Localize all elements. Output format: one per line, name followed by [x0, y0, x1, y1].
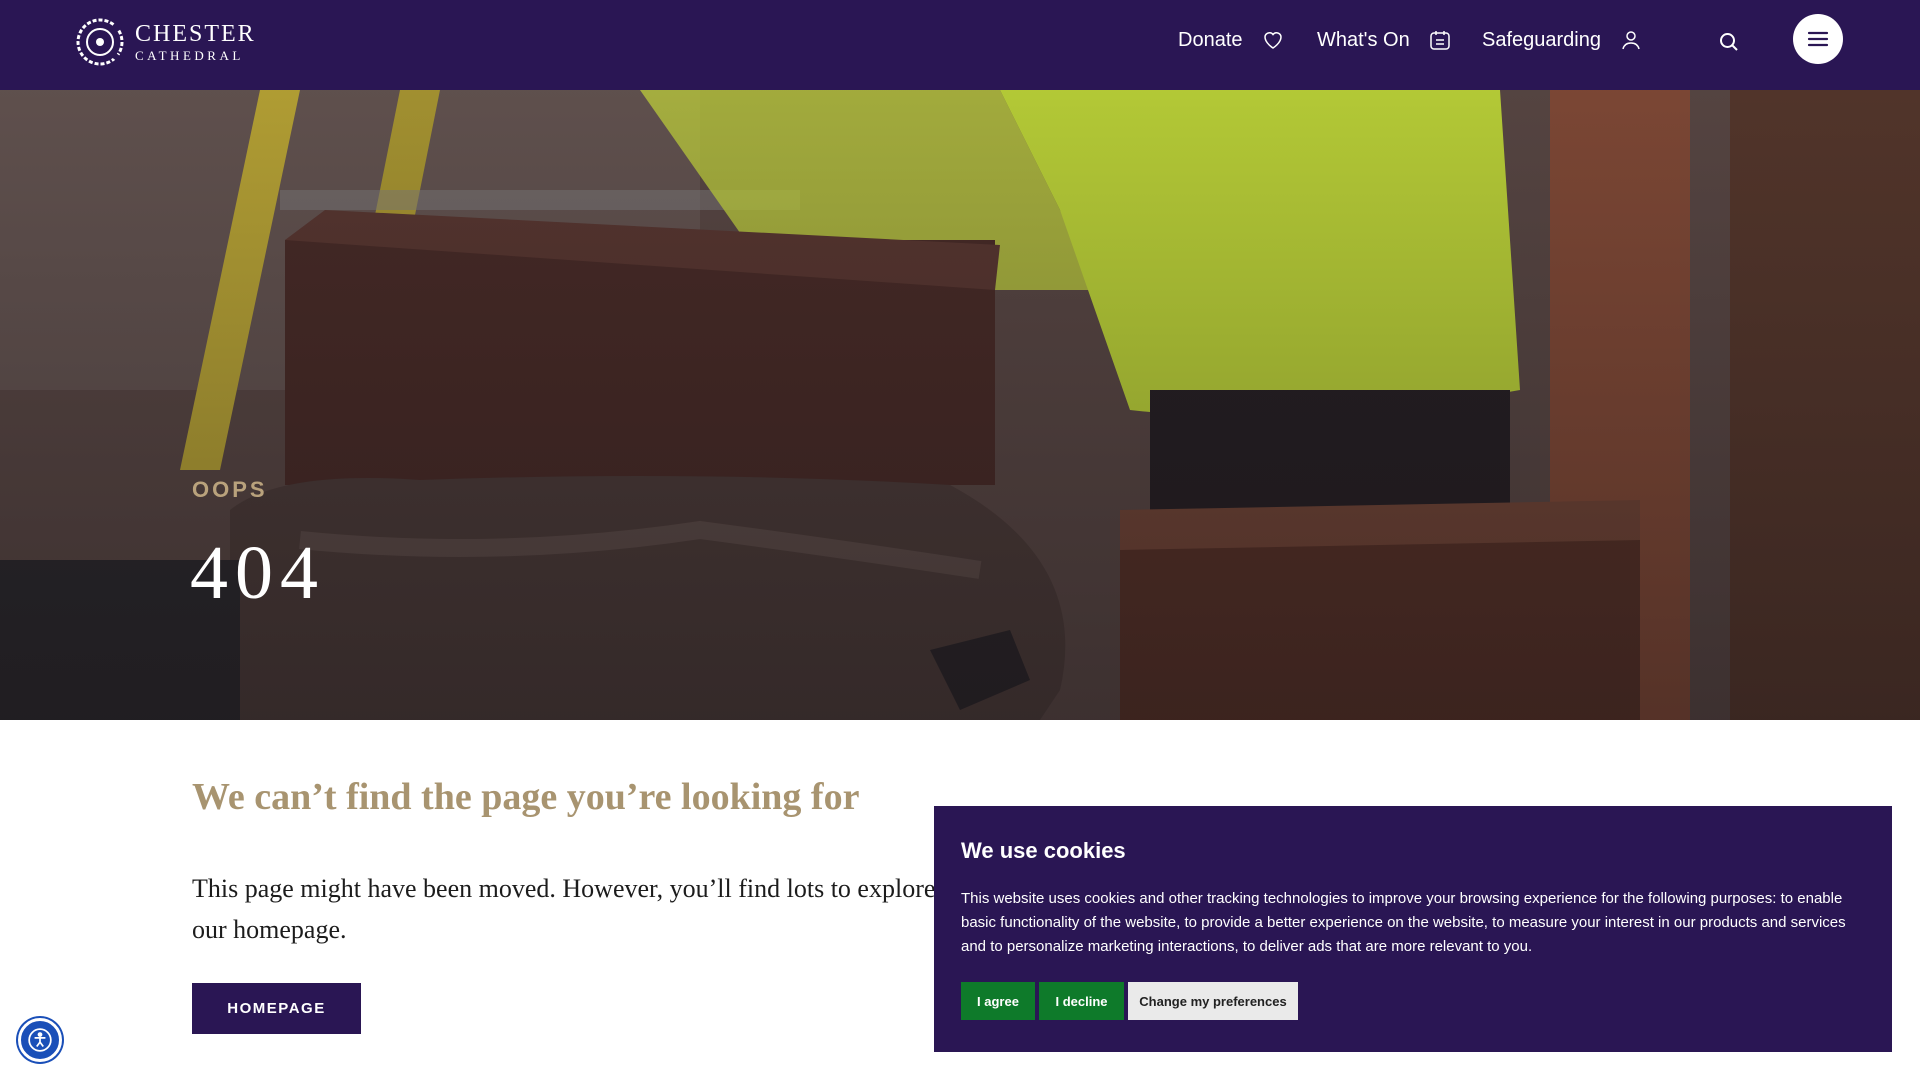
not-found-heading: We can’t find the page you’re looking fo…: [192, 776, 860, 818]
cookie-preferences-button[interactable]: Change my preferences: [1128, 982, 1298, 1020]
hero-overlay: [0, 90, 1920, 720]
calendar-icon: [1429, 31, 1450, 50]
logo-title: CHESTER: [135, 21, 256, 47]
cookie-agree-button[interactable]: I agree: [961, 982, 1035, 1020]
nav-whats-on[interactable]: What's On: [1317, 28, 1452, 52]
accessibility-icon: [28, 1028, 52, 1052]
page-title: 404: [190, 531, 325, 615]
search-icon[interactable]: [1717, 30, 1741, 54]
cookie-actions: I agree I decline Change my preferences: [961, 982, 1298, 1020]
nav-whats-on-label: What's On: [1317, 28, 1410, 51]
nav-safeguarding-label: Safeguarding: [1482, 28, 1601, 51]
nav-donate-label: Donate: [1178, 28, 1243, 51]
cookie-title: We use cookies: [961, 838, 1126, 863]
cathedral-logo-icon: [76, 18, 124, 66]
hero-banner: OOPS 404: [0, 90, 1920, 720]
nav-donate[interactable]: Donate: [1178, 28, 1285, 52]
site-logo[interactable]: CHESTER CATHEDRAL: [75, 17, 256, 67]
not-found-message: This page might have been moved. However…: [192, 874, 968, 944]
heart-icon: [1263, 32, 1282, 49]
menu-button[interactable]: [1793, 14, 1843, 64]
cookie-banner: We use cookies This website uses cookies…: [934, 806, 1892, 1052]
logo-subtitle: CATHEDRAL: [135, 48, 244, 63]
cookie-decline-button[interactable]: I decline: [1039, 982, 1124, 1020]
homepage-button[interactable]: HOMEPAGE: [192, 983, 361, 1034]
site-header: CHESTER CATHEDRAL Donate What's On Safeg…: [0, 0, 1920, 90]
nav-safeguarding[interactable]: Safeguarding: [1482, 28, 1643, 52]
hamburger-icon: [1807, 31, 1829, 47]
hero-eyebrow: OOPS: [192, 477, 268, 502]
accessibility-button[interactable]: [18, 1018, 62, 1062]
user-icon: [1622, 31, 1640, 50]
cookie-description: This website uses cookies and other trac…: [961, 890, 1846, 955]
